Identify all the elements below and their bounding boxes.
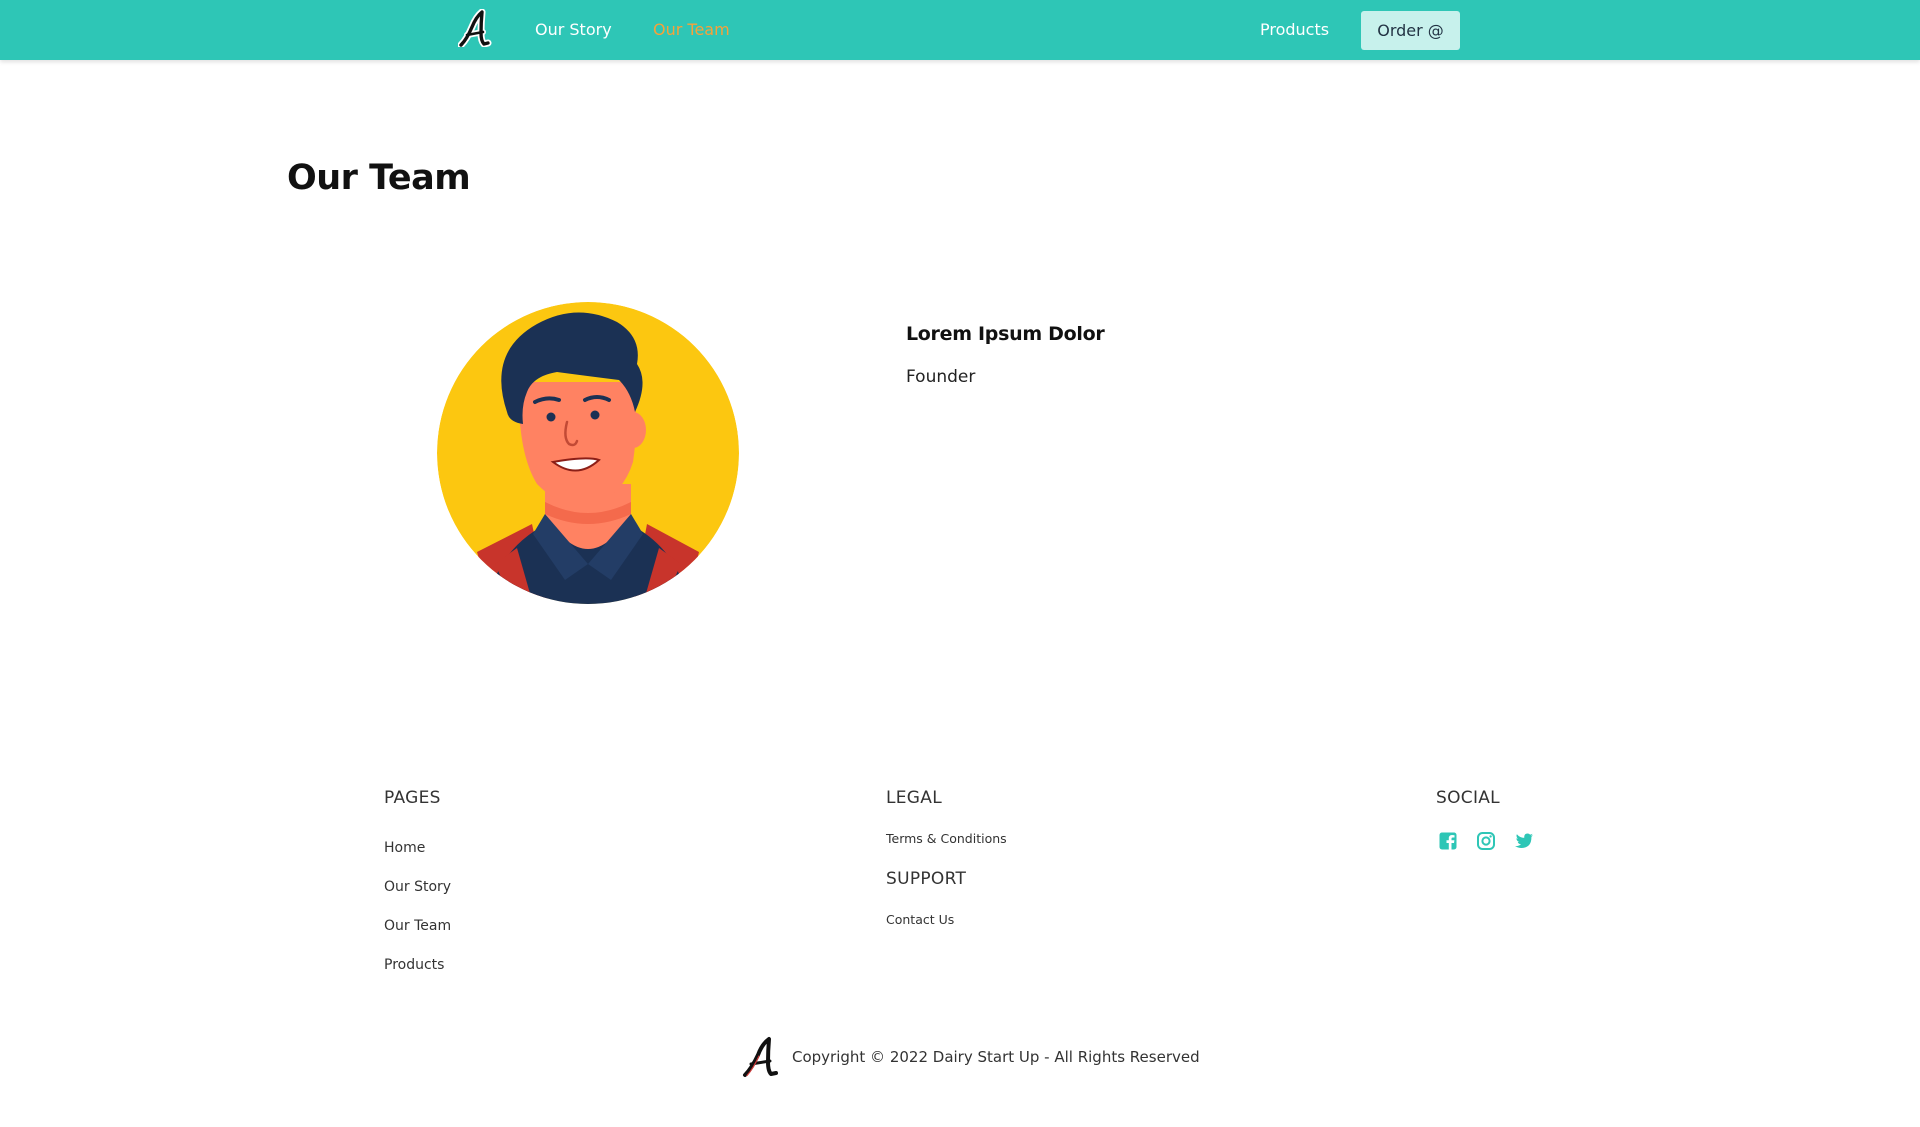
- footer-heading-support: SUPPORT: [886, 869, 967, 889]
- man-illustration: [437, 302, 739, 604]
- footer-link-home[interactable]: Home: [384, 840, 425, 856]
- facebook-icon[interactable]: [1438, 831, 1458, 851]
- logo-icon[interactable]: [458, 9, 492, 47]
- copyright-text: Copyright © 2022 Dairy Start Up - All Ri…: [792, 1048, 1200, 1066]
- footer-link-terms[interactable]: Terms & Conditions: [886, 831, 1007, 846]
- instagram-icon[interactable]: [1476, 831, 1496, 851]
- footer-link-contact-us[interactable]: Contact Us: [886, 912, 954, 927]
- footer-link-our-story[interactable]: Our Story: [384, 879, 451, 895]
- footer-logo-icon: [741, 1036, 780, 1078]
- navbar: Our Story Our Team Products Order @: [0, 0, 1920, 60]
- team-member-avatar: [437, 302, 739, 604]
- nav-link-products[interactable]: Products: [1260, 20, 1329, 39]
- team-member-name: Lorem Ipsum Dolor: [906, 323, 1105, 345]
- footer-link-our-team[interactable]: Our Team: [384, 918, 451, 934]
- page-title: Our Team: [287, 158, 471, 198]
- nav-link-our-team[interactable]: Our Team: [653, 20, 730, 39]
- footer-heading-legal: LEGAL: [886, 788, 942, 808]
- footer-heading-pages: PAGES: [384, 788, 441, 808]
- footer-link-products[interactable]: Products: [384, 957, 444, 973]
- nav-link-our-story[interactable]: Our Story: [535, 20, 612, 39]
- footer-heading-social: SOCIAL: [1436, 788, 1500, 808]
- order-button[interactable]: Order @: [1361, 11, 1460, 50]
- twitter-icon[interactable]: [1514, 831, 1534, 851]
- team-member-role: Founder: [906, 367, 976, 387]
